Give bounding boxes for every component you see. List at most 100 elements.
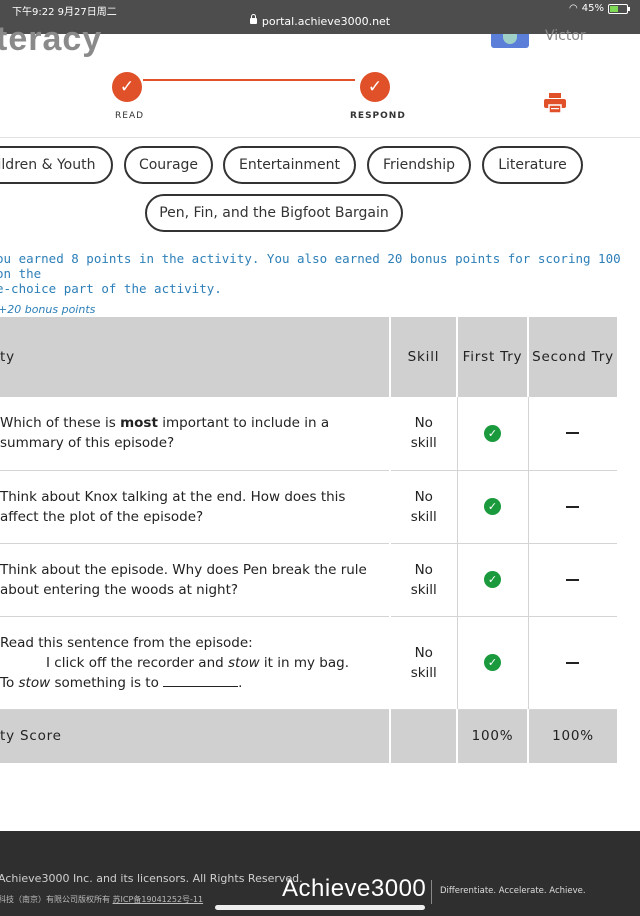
question-text-part: about entering the woods at night? [0,581,239,598]
lock-icon [249,14,257,24]
dash-icon [566,578,580,581]
question-cell: Think about Knox talking at the end. How… [0,470,391,544]
second-try-cell [528,397,617,471]
progress-line [143,79,355,81]
question-text-part: something is to [50,674,159,691]
app-logo[interactable]: teracy [0,20,102,59]
step-respond-check-icon[interactable]: ✓ [360,72,390,102]
points-message-line1: ou earned 8 points in the activity. You … [0,251,621,281]
skill-value: No skill [410,488,437,525]
first-try-cell: ✓ [457,616,529,710]
question-text-part: important to include in a [157,415,330,432]
dash-icon [566,432,580,435]
tag-courage[interactable]: Courage [124,146,213,184]
check-icon: ✓ [484,424,501,442]
question-text-bold: most [120,415,158,432]
skill-value: No skill [410,415,437,452]
question-text-part: Read this sentence from the episode: [0,634,253,651]
printer-icon[interactable] [544,93,566,113]
question-text-part: affect the plot of the episode? [0,508,204,525]
step-read-check-icon[interactable]: ✓ [112,72,142,102]
question-cell: Which of these is most important to incl… [0,397,391,471]
first-try-cell: ✓ [457,397,529,471]
skill-cell: No skill [389,616,458,710]
question-text-part: Think about Knox talking at the end. How… [0,488,346,505]
question-text: Think about the episode. Why does Pen br… [0,560,389,600]
header-second-try-label: Second Try [532,349,614,365]
tag-entertainment[interactable]: Entertainment [223,146,356,184]
skill-cell: No skill [389,543,458,617]
header-activity: ty [0,317,391,397]
icp-label: 科技（南京）有限公司版权所有 [0,895,113,904]
first-try-cell: ✓ [457,470,529,544]
tag-friendship[interactable]: Friendship [367,146,471,184]
battery-percent: 45% [581,3,604,14]
table-header-row: ty Skill First Try Second Try [0,317,617,397]
question-text-part: Which of these is [0,415,121,432]
answer-blank [163,675,239,687]
status-right: ◠ 45% [569,3,630,14]
header-skill-label: Skill [407,349,440,365]
score-second-try: 100% [528,709,617,763]
score-row: ty Score 100% 100% [0,709,617,763]
question-text-part: it in my bag. [259,654,349,671]
check-icon: ✓ [484,654,501,671]
question-text-part: Think about the episode. Why does Pen br… [0,561,367,578]
icp-text: 科技（南京）有限公司版权所有 苏ICP备19041252号-11 [0,894,203,905]
footer-brand-logo[interactable]: Achieve3000 [282,875,426,903]
footer-divider [431,880,432,904]
step-read-label: READ [115,111,145,121]
tag-pen-fin-bigfoot[interactable]: Pen, Fin, and the Bigfoot Bargain [145,194,403,232]
question-text-italic: stow [18,674,51,691]
skill-value: No skill [410,644,437,681]
question-cell: Read this sentence from the episode: I c… [0,616,391,710]
check-icon: ✓ [484,571,501,588]
second-try-cell [528,616,617,710]
question-text-part: I click off the recorder and [46,654,228,671]
user-name[interactable]: Victor [545,28,586,44]
icp-link[interactable]: 苏ICP备19041252号-11 [113,895,204,904]
skill-cell: No skill [389,397,458,471]
app-header: teracy Victor ✓ ✓ READ RESPOND [0,20,640,138]
score-first-try: 100% [457,709,529,763]
header-first-try: First Try [457,317,529,397]
dash-icon [566,505,580,508]
skill-cell: No skill [389,470,458,544]
footer-tagline: Differentiate. Accelerate. Achieve. [440,886,586,896]
question-text: Think about Knox talking at the end. How… [0,487,389,527]
header-activity-label: ty [0,349,15,365]
tag-children-youth[interactable]: ildren & Youth [0,146,113,184]
question-text: Read this sentence from the episode: I c… [0,633,389,693]
url-text: portal.achieve3000.net [261,15,391,28]
points-message-line2: e-choice part of the activity. [0,281,222,296]
wifi-icon: ◠ [569,3,578,14]
question-quote: I click off the recorder and stow it in … [0,653,369,673]
question-text-part: . [238,674,243,691]
copyright-text: Achieve3000 Inc. and its licensors. All … [0,872,303,885]
score-table: ty Skill First Try Second Try Which of t… [0,317,617,763]
table-row: Which of these is most important to incl… [0,397,617,471]
table-row: Read this sentence from the episode: I c… [0,616,617,710]
question-text-part: To [0,674,19,691]
battery-icon [608,3,630,14]
home-indicator[interactable] [215,905,425,910]
second-try-cell [528,470,617,544]
check-icon: ✓ [484,498,501,515]
bonus-points: +20 bonus points [0,303,96,316]
table-row: Think about the episode. Why does Pen br… [0,543,617,617]
skill-value: No skill [410,561,437,598]
score-label: ty Score [0,709,391,763]
question-text: Which of these is most important to incl… [0,413,389,453]
question-text-part: summary of this episode? [0,435,175,452]
header-first-try-label: First Try [462,349,523,365]
first-try-cell: ✓ [457,543,529,617]
second-try-cell [528,543,617,617]
question-text-italic: stow [228,654,260,671]
header-second-try: Second Try [528,317,617,397]
step-respond-label: RESPOND [350,111,406,121]
question-cell: Think about the episode. Why does Pen br… [0,543,391,617]
avatar[interactable] [491,34,529,48]
site-footer: Achieve3000 Inc. and its licensors. All … [0,831,640,916]
dash-icon [566,661,580,664]
tag-literature[interactable]: Literature [482,146,583,184]
